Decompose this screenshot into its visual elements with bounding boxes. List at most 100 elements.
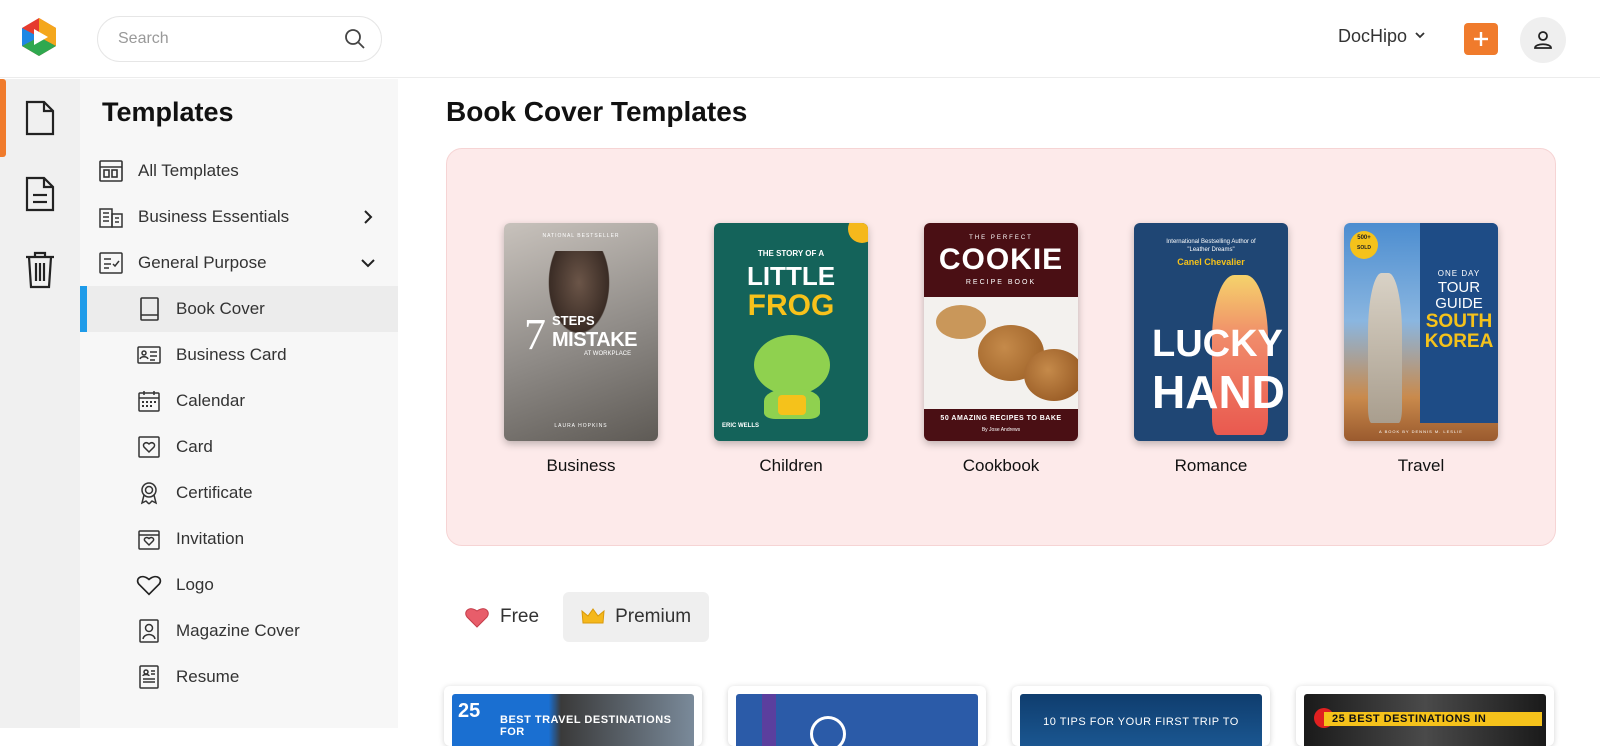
cover-text: THE STORY OF A <box>757 249 825 258</box>
grid-icon <box>98 158 124 184</box>
sidebar-item-card[interactable]: Card <box>80 424 398 470</box>
sidebar-item-label: Invitation <box>176 529 245 548</box>
trash-icon <box>26 251 54 289</box>
heart-icon <box>136 572 162 598</box>
category-card-business[interactable]: NATIONAL BESTSELLER 7 STEPS MISTAKE AT W… <box>504 223 658 476</box>
sidebar-item-label: Magazine Cover <box>176 621 300 640</box>
cover-text: International Bestselling Author of <box>1166 239 1256 245</box>
sidebar-item-label: Calendar <box>176 391 245 410</box>
cover-text: COOKIE <box>938 243 1064 276</box>
book-cover-romance[interactable]: International Bestselling Author of "Lea… <box>1134 223 1288 441</box>
template-thumbnail[interactable]: 25 BEST TRAVEL DESTINATIONS FOR <box>444 686 702 746</box>
award-icon <box>136 480 162 506</box>
sidebar-item-certificate[interactable]: Certificate <box>80 470 398 516</box>
sidebar-item-general-purpose[interactable]: General Purpose <box>80 240 398 286</box>
page-title: Book Cover Templates <box>446 96 748 127</box>
category-label: Children <box>759 456 823 475</box>
category-card-cookbook[interactable]: THE PERFECT COOKIE RECIPE BOOK 50 AMAZIN… <box>924 223 1078 476</box>
cover-text: By Jose Andrews <box>981 427 1021 433</box>
cover-text: Canel Chevalier <box>1177 257 1245 267</box>
cover-text: 500+ <box>1357 235 1371 241</box>
book-cover-business[interactable]: NATIONAL BESTSELLER 7 STEPS MISTAKE AT W… <box>504 223 658 441</box>
heart-icon <box>465 608 489 628</box>
user-icon <box>1534 31 1552 49</box>
sidebar-item-magazine-cover[interactable]: Magazine Cover <box>80 608 398 654</box>
cover-text: AT WORKPLACE <box>584 351 632 357</box>
cover-text: KOREA <box>1424 331 1494 352</box>
search-icon[interactable] <box>343 27 367 51</box>
book-cover-cookbook[interactable]: THE PERFECT COOKIE RECIPE BOOK 50 AMAZIN… <box>924 223 1078 441</box>
stone-tower-illustration <box>1368 273 1402 423</box>
create-new-button[interactable] <box>1464 23 1498 55</box>
cover-text: MISTAKE <box>552 329 638 351</box>
chevron-right-icon[interactable] <box>358 207 378 227</box>
cover-text: "Leather Dreams" <box>1187 247 1235 253</box>
crown-icon <box>581 608 605 624</box>
file-text-icon <box>25 176 55 212</box>
cover-text: ERIC WELLS <box>722 423 759 429</box>
cover-text: RECIPE BOOK <box>965 279 1037 286</box>
filter-premium[interactable]: Premium <box>563 592 710 642</box>
cover-text: ONE DAY <box>1437 269 1481 278</box>
sidebar-item-book-cover[interactable]: Book Cover <box>80 286 398 332</box>
sidebar-item-logo[interactable]: Logo <box>80 562 398 608</box>
sidebar-item-business-card[interactable]: Business Card <box>80 332 398 378</box>
template-thumbnail[interactable]: 10 TIPS FOR YOUR FIRST TRIP TO <box>1012 686 1270 746</box>
template-thumbnail[interactable] <box>728 686 986 746</box>
sidebar-item-business-essentials[interactable]: Business Essentials <box>80 194 398 240</box>
heart-card-icon <box>136 434 162 460</box>
rail-item-templates[interactable] <box>0 81 80 155</box>
cover-text: LUCKY <box>1152 323 1283 365</box>
cover-text: SOLD <box>1357 245 1371 251</box>
sidebar-item-label: Business Card <box>176 345 287 364</box>
cover-text: STEPS <box>552 313 595 328</box>
cover-text: GUIDE <box>1435 295 1483 312</box>
book-cover-children[interactable]: THE STORY OF A LITTLE FROG ERIC WELLS <box>714 223 868 441</box>
cookie-photo <box>924 297 1078 409</box>
category-label: Romance <box>1174 456 1248 475</box>
sidebar-item-label: Resume <box>176 667 240 686</box>
filter-free[interactable]: Free <box>446 592 557 642</box>
cover-text: LAURA HOPKINS <box>554 423 608 429</box>
sidebar-item-invitation[interactable]: Invitation <box>80 516 398 562</box>
category-card-travel[interactable]: 500+ SOLD ONE DAY TOUR GUIDE SOUTH KOREA… <box>1344 223 1498 476</box>
template-thumbnail[interactable]: 25 BEST DESTINATIONS IN <box>1296 686 1554 746</box>
templates-sidebar: Templates All Templates Business Essenti… <box>80 79 398 728</box>
chevron-down-icon[interactable] <box>358 253 378 273</box>
sidebar-item-label: All Templates <box>138 161 239 180</box>
category-card-children[interactable]: THE STORY OF A LITTLE FROG ERIC WELLS Ch… <box>714 223 868 476</box>
category-card-romance[interactable]: International Bestselling Author of "Lea… <box>1134 223 1288 476</box>
book-cover-travel[interactable]: 500+ SOLD ONE DAY TOUR GUIDE SOUTH KOREA… <box>1344 223 1498 441</box>
cover-text: HAND <box>1152 366 1285 418</box>
sidebar-item-calendar[interactable]: Calendar <box>80 378 398 424</box>
filter-label: Free <box>500 606 540 627</box>
resume-icon <box>136 664 162 690</box>
category-label: Cookbook <box>962 456 1040 475</box>
account-switcher[interactable]: DocHipo <box>1338 26 1427 47</box>
sidebar-item-label: Card <box>176 437 213 456</box>
search-bar[interactable] <box>97 16 382 62</box>
dochipo-logo-icon[interactable] <box>18 16 60 58</box>
sun-icon <box>848 223 868 243</box>
sidebar-item-all-templates[interactable]: All Templates <box>80 148 398 194</box>
search-input[interactable] <box>118 30 343 48</box>
book-icon <box>136 296 162 322</box>
plus-icon <box>1474 32 1488 46</box>
cover-text: 50 AMAZING RECIPES TO BAKE <box>940 415 1062 422</box>
filter-label: Premium <box>615 606 692 627</box>
sidebar-item-label: Certificate <box>176 483 253 502</box>
document-icon <box>25 100 55 136</box>
cover-text: LITTLE <box>746 261 836 291</box>
category-label: Travel <box>1397 456 1445 475</box>
sidebar-item-resume[interactable]: Resume <box>80 654 398 700</box>
chevron-down-icon <box>1413 26 1427 47</box>
sidebar-item-label: Book Cover <box>176 299 265 318</box>
category-label: Business <box>546 456 616 475</box>
sidebar-item-label: Business Essentials <box>138 207 290 226</box>
user-profile-button[interactable] <box>1520 17 1566 63</box>
rail-item-designs[interactable] <box>0 157 80 231</box>
rail-item-trash[interactable] <box>0 233 80 307</box>
sidebar-title: Templates <box>102 97 234 127</box>
checklist-icon <box>98 250 124 276</box>
pricing-filter: Free Premium <box>446 592 710 642</box>
